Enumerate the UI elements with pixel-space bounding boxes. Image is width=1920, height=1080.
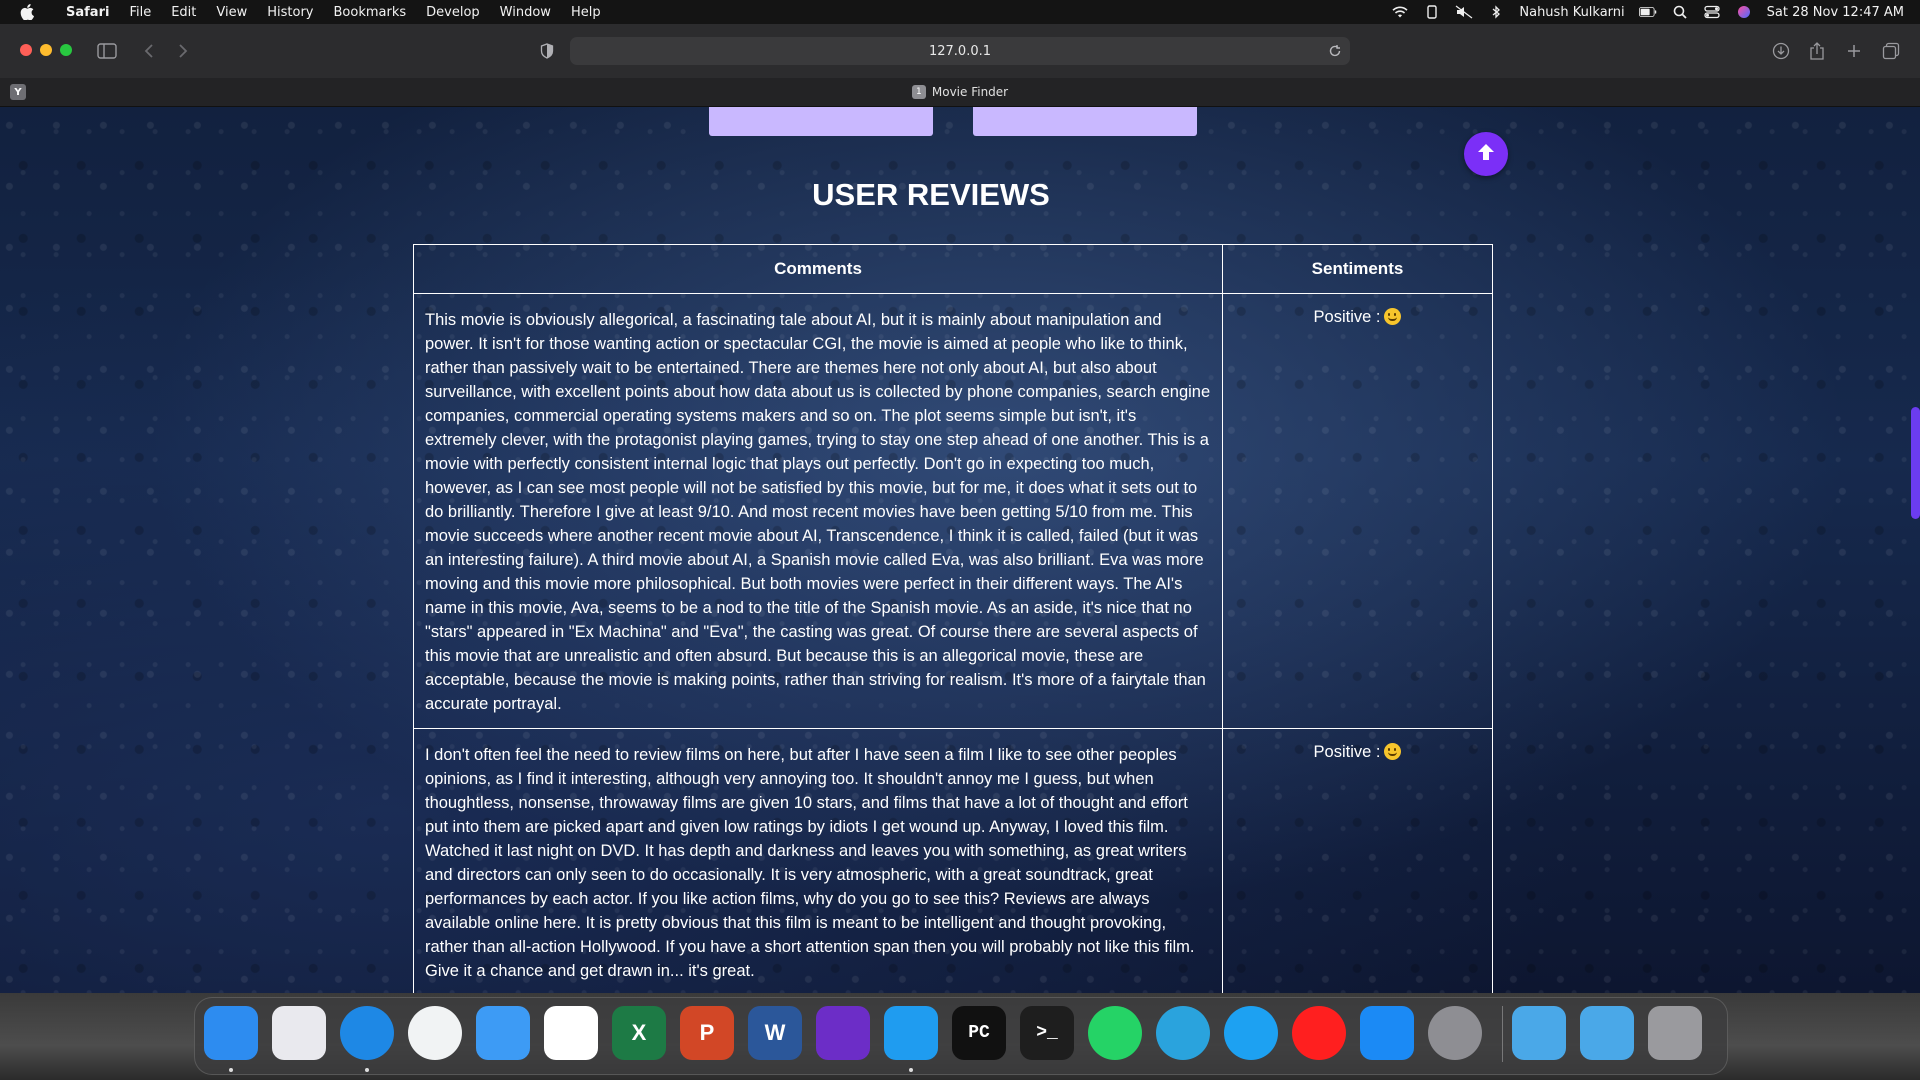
menu-safari[interactable]: Safari [56,5,119,20]
smiley-face-icon [1384,308,1402,325]
section-title: USER REVIEWS [812,177,1050,212]
tab-overview-icon[interactable] [1880,40,1902,62]
sentiment-label: Positive : [1313,743,1381,761]
chrome-icon[interactable] [408,1006,462,1060]
bluetooth-icon[interactable] [1487,5,1505,19]
photos-icon[interactable] [544,1006,598,1060]
review-comment: This movie is obviously allegorical, a f… [413,293,1223,729]
tab-bar: Y 1 Movie Finder [0,78,1920,107]
menu-file[interactable]: File [119,5,161,20]
control-center-icon[interactable] [1703,5,1721,19]
url-text[interactable]: 127.0.0.1 [929,44,991,59]
apple-icon[interactable] [20,4,42,20]
column-header-sentiments: Sentiments [1222,244,1493,294]
fullscreen-window-button[interactable] [60,44,72,56]
downloads-folder-icon[interactable] [1512,1006,1566,1060]
tab-favicon: 1 [911,85,926,99]
page-scrollbar[interactable] [1911,407,1920,519]
privacy-shield-icon[interactable] [536,40,558,62]
review-sentiment: Positive : [1222,293,1493,729]
safari-icon[interactable] [340,1006,394,1060]
arrow-up-icon [1475,141,1497,167]
twitter-icon[interactable] [1224,1006,1278,1060]
menu-help[interactable]: Help [561,5,611,20]
launchpad-icon[interactable] [272,1006,326,1060]
table-row: I don't often feel the need to review fi… [413,728,1493,993]
siri-icon[interactable] [1735,5,1753,19]
table-header-row: Comments Sentiments [413,244,1493,294]
share-icon[interactable] [1806,40,1828,62]
dock-separator [1502,1006,1503,1062]
finder-icon[interactable] [204,1006,258,1060]
whatsapp-icon[interactable] [1088,1006,1142,1060]
clock[interactable]: Sat 28 Nov 12:47 AM [1767,5,1904,20]
powerpoint-icon[interactable]: P [680,1006,734,1060]
sentiment-label: Positive : [1313,308,1381,326]
running-indicator [909,1068,913,1072]
menu-view[interactable]: View [206,5,257,20]
menu-history[interactable]: History [257,5,323,20]
pycharm-icon[interactable]: PC [952,1006,1006,1060]
trash-icon[interactable] [1648,1006,1702,1060]
back-icon[interactable] [138,40,160,62]
menu-bar: Safari File Edit View History Bookmarks … [0,0,1920,24]
menu-edit[interactable]: Edit [161,5,206,20]
menu-bookmarks[interactable]: Bookmarks [324,5,417,20]
running-indicator [229,1068,233,1072]
column-header-comments: Comments [413,244,1223,294]
new-tab-icon[interactable] [1843,40,1865,62]
address-bar[interactable]: 127.0.0.1 [570,37,1350,65]
phone-icon[interactable] [1423,5,1441,19]
telegram-icon[interactable] [1156,1006,1210,1060]
mail-icon[interactable] [476,1006,530,1060]
wifi-icon[interactable] [1391,5,1409,19]
smiley-face-icon [1384,743,1402,760]
app-store-icon[interactable] [1360,1006,1414,1060]
close-window-button[interactable] [20,44,32,56]
minimize-window-button[interactable] [40,44,52,56]
review-comment: I don't often feel the need to review fi… [413,728,1223,993]
youtube-icon[interactable] [1292,1006,1346,1060]
spotlight-search-icon[interactable] [1671,5,1689,19]
forward-icon[interactable] [172,40,194,62]
running-indicator [365,1068,369,1072]
downloads-icon[interactable] [1770,40,1792,62]
status-area: Nahush Kulkarni Sat 28 Nov 12:47 AM [1391,0,1904,24]
sidebar-toggle-icon[interactable] [96,40,118,62]
web-content: USER REVIEWS Comments Sentiments This mo… [0,107,1920,993]
system-preferences-icon[interactable] [1428,1006,1482,1060]
nav-button-right[interactable] [973,107,1197,136]
reload-icon[interactable] [1326,42,1344,60]
nav-button-left[interactable] [709,107,933,136]
word-icon[interactable]: W [748,1006,802,1060]
battery-icon[interactable] [1638,5,1657,19]
menu-window[interactable]: Window [490,5,561,20]
applications-folder-icon[interactable] [1580,1006,1634,1060]
user-name[interactable]: Nahush Kulkarni [1519,5,1624,20]
vscode-icon[interactable] [884,1006,938,1060]
reviews-table: Comments Sentiments This movie is obviou… [413,244,1493,993]
browser-toolbar: 127.0.0.1 [0,24,1920,79]
tab-title: Movie Finder [931,85,1009,99]
review-sentiment: Positive : [1222,728,1493,993]
visual-studio-icon[interactable] [816,1006,870,1060]
scroll-to-top-button[interactable] [1464,132,1508,176]
tab-movie-finder[interactable]: 1 Movie Finder [0,78,1920,106]
excel-icon[interactable]: X [612,1006,666,1060]
terminal-icon[interactable]: >_ [1020,1006,1074,1060]
menu-develop[interactable]: Develop [416,5,490,20]
mute-icon[interactable] [1455,5,1473,19]
table-row: This movie is obviously allegorical, a f… [413,293,1493,729]
